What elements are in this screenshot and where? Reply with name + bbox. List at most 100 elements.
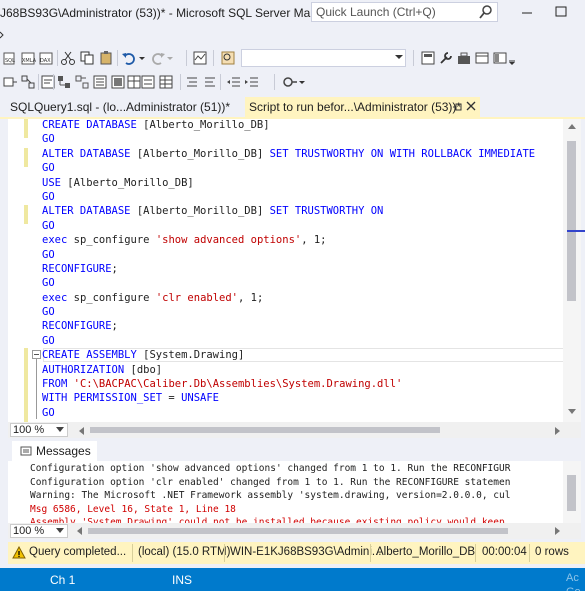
copy-icon[interactable] bbox=[79, 50, 95, 66]
query-editor[interactable]: CREATE DATABASE [Alberto_Morillo_DB] GO AL… bbox=[8, 119, 563, 422]
results-to-grid-icon[interactable] bbox=[158, 74, 174, 90]
code-line[interactable]: GO bbox=[42, 276, 535, 290]
code-line[interactable]: CREATE DATABASE [Alberto_Morillo_DB] bbox=[42, 119, 535, 132]
scroll-left-icon[interactable] bbox=[76, 527, 82, 535]
code-line[interactable]: RECONFIGURE; bbox=[42, 319, 535, 333]
specify-template-values-icon[interactable] bbox=[282, 74, 298, 90]
toolbar-separator bbox=[117, 50, 118, 66]
code-line[interactable]: FROM 'C:\BACPAC\Caliber.Db\Assemblies\Sy… bbox=[42, 377, 535, 391]
intellisense-icon[interactable] bbox=[92, 74, 108, 90]
scrollbar-thumb[interactable] bbox=[567, 141, 576, 301]
increase-indent-icon[interactable] bbox=[244, 74, 260, 90]
scroll-down-icon[interactable] bbox=[568, 409, 576, 415]
sql-keyword: USE bbox=[42, 176, 61, 189]
code-line[interactable]: GO bbox=[42, 334, 535, 348]
comment-out-icon[interactable] bbox=[184, 74, 200, 90]
scroll-right-icon[interactable] bbox=[555, 427, 561, 435]
redo-icon[interactable] bbox=[150, 50, 166, 66]
uncomment-icon[interactable] bbox=[202, 74, 218, 90]
scrollbar-thumb[interactable] bbox=[90, 427, 440, 433]
server-version: (local) (15.0 RTM) bbox=[138, 546, 231, 558]
dax-query-icon[interactable]: DAX bbox=[38, 50, 54, 66]
sql-string: 'clr enabled' bbox=[155, 291, 238, 304]
code-text[interactable]: CREATE DATABASE [Alberto_Morillo_DB] GO AL… bbox=[42, 119, 535, 420]
results-to-text-icon[interactable] bbox=[140, 74, 156, 90]
menu-chevron-icon[interactable] bbox=[0, 30, 6, 40]
redo-dropdown-icon[interactable] bbox=[166, 50, 174, 66]
properties-wrench-icon[interactable] bbox=[438, 50, 454, 66]
status-separator bbox=[132, 544, 133, 562]
code-line[interactable]: GO bbox=[42, 219, 535, 233]
registered-servers-icon[interactable] bbox=[474, 50, 490, 66]
quick-launch-input[interactable]: Quick Launch (Ctrl+Q) bbox=[311, 2, 498, 22]
paste-icon[interactable] bbox=[98, 50, 114, 66]
find-icon[interactable] bbox=[220, 50, 236, 66]
messages-status-strip: 100 % bbox=[8, 523, 581, 539]
code-line[interactable]: AUTHORIZATION [dbo] bbox=[42, 363, 535, 377]
login-name: WIN-E1KJ68BS93G\Admini... bbox=[230, 546, 382, 558]
change-connection-icon[interactable] bbox=[20, 74, 36, 90]
maximize-button[interactable] bbox=[550, 2, 572, 22]
toolbar-separator bbox=[213, 50, 214, 66]
message-line: Configuration option 'show advanced opti… bbox=[30, 463, 511, 474]
sql-keyword: SET TRUSTWORTHY ON WITH ROLLBACK IMMEDIA… bbox=[269, 147, 536, 160]
toolbar-overflow-icon[interactable] bbox=[508, 50, 516, 66]
code-line[interactable]: WITH PERMISSION_SET = UNSAFE bbox=[42, 391, 535, 405]
collapse-toggle[interactable] bbox=[32, 350, 41, 359]
toolbox-icon[interactable] bbox=[456, 50, 472, 66]
code-line[interactable]: exec sp_configure 'clr enabled', 1; bbox=[42, 291, 535, 305]
scroll-right-icon[interactable] bbox=[555, 527, 561, 535]
mdx-query-icon[interactable]: XMLA bbox=[20, 50, 36, 66]
undo-icon[interactable] bbox=[121, 50, 137, 66]
messages-vertical-scrollbar[interactable] bbox=[563, 461, 581, 523]
solution-explorer-icon[interactable] bbox=[420, 50, 436, 66]
code-line[interactable]: ALTER DATABASE [Alberto_Morillo_DB] SET … bbox=[42, 204, 535, 218]
chevron-down-icon[interactable] bbox=[56, 427, 64, 433]
sql-text: [System.Drawing] bbox=[136, 349, 245, 362]
query-options-icon[interactable] bbox=[74, 74, 90, 90]
code-line[interactable]: RECONFIGURE; bbox=[42, 262, 535, 276]
tab-script-to-run[interactable]: Script to run befor...\Administrator (53… bbox=[245, 97, 480, 117]
cut-icon[interactable] bbox=[60, 50, 76, 66]
activity-monitor-icon[interactable] bbox=[192, 50, 208, 66]
code-line[interactable]: USE [Alberto_Morillo_DB] bbox=[42, 176, 535, 190]
scrollbar-thumb[interactable] bbox=[88, 528, 508, 534]
code-line[interactable]: ALTER DATABASE [Alberto_Morillo_DB] SET … bbox=[42, 147, 535, 161]
code-line[interactable]: GO bbox=[42, 406, 535, 420]
toolbar-separator bbox=[38, 74, 39, 90]
decrease-indent-icon[interactable] bbox=[226, 74, 242, 90]
new-query-icon[interactable]: SQL bbox=[2, 50, 18, 66]
minimize-button[interactable] bbox=[516, 2, 538, 22]
chevron-down-icon[interactable] bbox=[56, 528, 64, 534]
template-dropdown-icon[interactable] bbox=[298, 74, 306, 90]
code-line[interactable]: GO bbox=[42, 132, 535, 146]
connect-icon[interactable] bbox=[2, 74, 18, 90]
sql-keyword: SET TRUSTWORTHY ON bbox=[269, 205, 384, 218]
close-icon[interactable] bbox=[466, 101, 476, 111]
object-explorer-icon[interactable] bbox=[492, 50, 508, 66]
search-icon[interactable] bbox=[478, 4, 494, 20]
code-line[interactable]: exec sp_configure 'show advanced options… bbox=[42, 233, 535, 247]
warning-icon bbox=[12, 546, 26, 559]
editor-horizontal-scrollbar[interactable] bbox=[78, 425, 548, 435]
sql-text: , 1; bbox=[301, 234, 327, 247]
scroll-left-icon[interactable] bbox=[78, 427, 84, 435]
code-line[interactable]: GO bbox=[42, 190, 535, 204]
display-estimated-plan-icon[interactable] bbox=[56, 74, 72, 90]
tab-sqlquery1[interactable]: SQLQuery1.sql - (lo...Administrator (51)… bbox=[0, 97, 243, 117]
pin-icon[interactable] bbox=[452, 101, 462, 113]
tab-messages[interactable]: Messages bbox=[12, 441, 97, 461]
code-line[interactable]: GO bbox=[42, 248, 535, 262]
available-databases-combo[interactable] bbox=[241, 49, 406, 67]
code-line[interactable]: GO bbox=[42, 305, 535, 319]
editor-vertical-scrollbar[interactable] bbox=[563, 119, 581, 422]
undo-dropdown-icon[interactable] bbox=[138, 50, 146, 66]
messages-pane[interactable]: Configuration option 'show advanced opti… bbox=[8, 461, 563, 523]
zoom-value: 100 % bbox=[13, 424, 45, 436]
code-line[interactable]: CREATE ASSEMBLY [System.Drawing] bbox=[42, 348, 535, 362]
query-status-text: Query completed... bbox=[29, 546, 127, 558]
code-line[interactable]: GO bbox=[42, 161, 535, 175]
scrollbar-thumb[interactable] bbox=[567, 475, 576, 511]
include-actual-plan-icon[interactable] bbox=[110, 74, 126, 90]
scroll-up-icon[interactable] bbox=[568, 123, 576, 129]
